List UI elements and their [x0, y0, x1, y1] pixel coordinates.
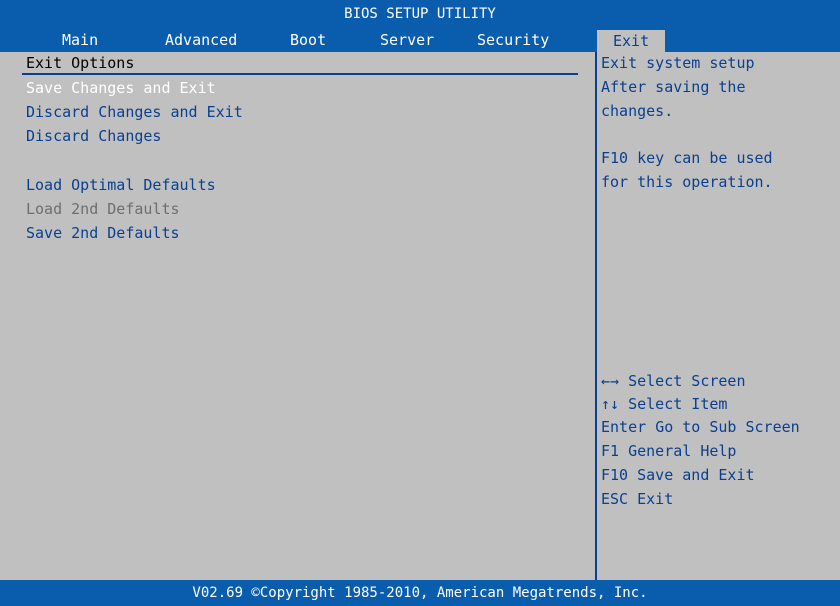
section-title: Exit Options: [26, 54, 135, 72]
arrow-up-down-icon: ↑↓: [601, 395, 620, 413]
option-discard-changes-and-exit[interactable]: Discard Changes and Exit: [26, 103, 243, 121]
help-key-select-item: ↑↓ Select Item: [601, 395, 727, 413]
help-key-name: F10: [601, 466, 629, 484]
option-save-2nd-defaults[interactable]: Save 2nd Defaults: [26, 224, 180, 242]
help-key-name: ESC: [601, 490, 629, 508]
main-panel: Exit Options Save Changes and Exit Disca…: [0, 52, 595, 580]
help-key-f10: F10 Save and Exit: [601, 466, 755, 484]
help-key-action: Save and Exit: [637, 466, 755, 484]
copyright-footer: V02.69 ©Copyright 1985-2010, American Me…: [0, 580, 840, 606]
help-key-enter: Enter Go to Sub Screen: [601, 418, 800, 436]
panel-divider: [595, 52, 597, 580]
option-load-optimal-defaults[interactable]: Load Optimal Defaults: [26, 176, 216, 194]
help-key-action: Select Item: [628, 395, 728, 413]
section-divider: [22, 73, 578, 75]
tab-boot[interactable]: Boot: [290, 28, 326, 52]
bios-screen: BIOS SETUP UTILITY Main Advanced Boot Se…: [0, 0, 840, 606]
help-key-select-screen: ←→ Select Screen: [601, 372, 746, 390]
help-description-line: changes.: [601, 102, 674, 120]
tab-exit[interactable]: Exit: [597, 30, 666, 52]
help-key-action: General Help: [628, 442, 737, 460]
help-description-line: F10 key can be used: [601, 149, 773, 167]
help-key-name: F1: [601, 442, 620, 460]
help-key-action: Exit: [637, 490, 674, 508]
arrow-left-right-icon: ←→: [601, 372, 620, 390]
help-panel: Exit system setup After saving the chang…: [601, 52, 840, 580]
option-load-2nd-defaults: Load 2nd Defaults: [26, 200, 180, 218]
tab-security[interactable]: Security: [477, 28, 549, 52]
tab-main[interactable]: Main: [62, 28, 98, 52]
help-description-line: Exit system setup: [601, 54, 755, 72]
help-key-action: Go to Sub Screen: [655, 418, 800, 436]
tab-server[interactable]: Server: [380, 28, 434, 52]
help-key-esc: ESC Exit: [601, 490, 673, 508]
option-save-changes-and-exit[interactable]: Save Changes and Exit: [26, 79, 216, 97]
help-key-action: Select Screen: [628, 372, 746, 390]
help-key-name: Enter: [601, 418, 647, 436]
title-bar: BIOS SETUP UTILITY: [0, 0, 840, 28]
help-description-line: After saving the: [601, 78, 746, 96]
tab-bar: Main Advanced Boot Server Security Exit: [0, 28, 840, 52]
tab-advanced[interactable]: Advanced: [165, 28, 237, 52]
help-key-f1: F1 General Help: [601, 442, 736, 460]
option-discard-changes[interactable]: Discard Changes: [26, 127, 161, 145]
help-description-line: for this operation.: [601, 173, 773, 191]
